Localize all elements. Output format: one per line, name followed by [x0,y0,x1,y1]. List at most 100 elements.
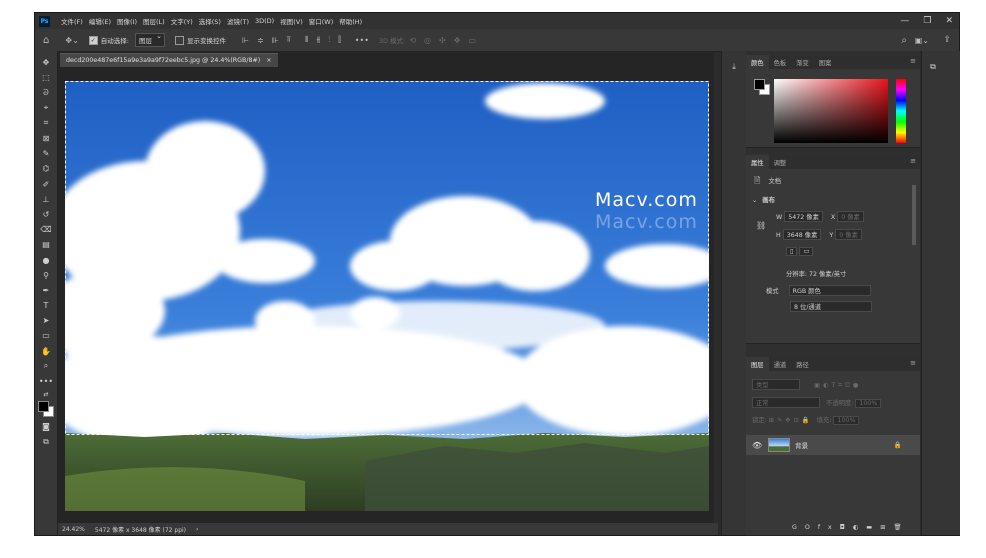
foreground-swatch[interactable] [754,79,765,90]
layer-filter-dropdown[interactable]: 类型 [752,379,800,390]
history-panel-icon[interactable]: ⤓ [722,59,746,74]
panel-menu-icon[interactable]: ≡ [910,157,916,165]
align-right-icon[interactable]: ⊪ [272,36,279,45]
blur-tool-icon[interactable]: ● [35,252,57,267]
3d-roll-icon[interactable]: ◎ [424,36,431,45]
tab-channels[interactable]: 通道 [769,357,792,371]
distribute-left-icon[interactable]: ⫴ [305,35,308,45]
gradient-tool-icon[interactable]: ▤ [35,237,57,252]
x-field[interactable]: 0 像素 [837,211,864,222]
delete-layer-icon[interactable]: 🗑 [894,524,910,531]
3d-slide-icon[interactable]: ✥ [454,36,461,45]
tab-swatches[interactable]: 色板 [769,55,792,69]
new-layer-icon[interactable]: ⊞ [880,524,893,531]
eraser-tool-icon[interactable]: ⌫ [35,222,57,237]
eyedropper-tool-icon[interactable]: ✎ [35,146,57,161]
rectangle-tool-icon[interactable]: ▭ [35,328,57,343]
home-icon[interactable]: ⌂ [43,35,49,46]
height-field[interactable]: 3648 像素 [782,229,822,240]
dodge-tool-icon[interactable]: ⚲ [35,268,57,283]
restore-button[interactable]: ❐ [923,16,931,26]
landscape-orientation-icon[interactable]: ▭ [799,247,814,256]
tab-color[interactable]: 颜色 [746,55,769,69]
menu-help[interactable]: 帮助(H) [336,16,365,26]
distribute-center-icon[interactable]: ⫵ [317,35,321,45]
color-swatches[interactable] [35,399,57,419]
lock-icons[interactable]: ⊞✎✥⊡🔒 [769,417,813,424]
mode-dropdown[interactable]: RGB 颜色 [788,285,871,296]
zoom-level[interactable]: 24.42% [62,526,85,533]
align-top-icon[interactable]: ⫪ [287,35,292,45]
minimize-button[interactable]: — [900,16,909,26]
frame-tool-icon[interactable]: ⊠ [35,131,57,146]
auto-select-dropdown[interactable]: 图层 [134,32,165,47]
menu-image[interactable]: 图像(I) [114,16,140,26]
tab-adjustments[interactable]: 调整 [769,155,792,169]
foreground-color-swatch[interactable] [38,401,49,413]
bit-depth-dropdown[interactable]: 8 位/通道 [790,301,872,312]
auto-select-checkbox[interactable]: ✓ [88,35,98,45]
image-canvas[interactable]: Macv.com Macv.com [65,81,709,511]
history-brush-tool-icon[interactable]: ↺ [35,207,57,222]
menu-window[interactable]: 窗口(W) [306,16,337,26]
type-tool-icon[interactable]: T [35,298,57,313]
menu-type[interactable]: 文字(Y) [168,16,196,26]
path-select-tool-icon[interactable]: ➤ [35,313,57,328]
menu-file[interactable]: 文件(F) [58,16,86,26]
3d-rotate-icon[interactable]: ⟲ [409,36,416,45]
3d-pan-icon[interactable]: ✣ [439,36,446,45]
blend-mode-dropdown[interactable]: 正常 [752,397,820,408]
section-collapse-icon[interactable]: ⌄ [752,197,757,204]
status-arrow-icon[interactable]: › [196,526,198,533]
lasso-tool-icon[interactable]: ᘐ [35,85,57,100]
tab-gradients[interactable]: 渐变 [791,55,814,69]
hue-slider[interactable] [896,79,906,143]
adjustment-layer-icon[interactable]: ◐ [853,524,867,531]
layer-row-background[interactable]: 👁 背景 🔒 [746,435,920,455]
properties-scrollbar[interactable] [912,185,916,245]
menu-3d[interactable]: 3D(D) [252,17,277,25]
show-transform-checkbox[interactable] [174,35,184,45]
search-icon[interactable]: ⌕ [901,35,907,46]
marquee-tool-icon[interactable]: ⬚ [35,70,57,85]
zoom-tool-icon[interactable]: ⌕ [35,359,57,374]
move-tool-icon[interactable]: ✥⌄ [65,36,78,45]
menu-view[interactable]: 视图(V) [277,16,306,26]
distribute-spacing-icon[interactable]: ⫿ [338,35,341,45]
align-left-icon[interactable]: ⊩ [242,36,249,45]
y-field[interactable]: 0 像素 [835,229,862,240]
tab-layers[interactable]: 图层 [746,357,769,371]
learn-panel-icon[interactable]: ⧉ [922,59,944,74]
close-tab-icon[interactable]: × [266,57,271,64]
show-transform-option[interactable]: 显示变换控件 [174,35,226,45]
panel-menu-icon[interactable]: ≡ [910,57,916,65]
fill-field[interactable]: 100% [833,416,860,425]
menu-edit[interactable]: 编辑(E) [86,16,114,26]
add-mask-icon[interactable]: ◘ [840,524,853,531]
workspace-icon[interactable]: ▣⌄ [915,36,929,45]
opacity-field[interactable]: 100% [855,399,882,408]
3d-scale-icon[interactable]: ▭ [468,36,476,45]
brush-tool-icon[interactable]: ✐ [35,177,57,192]
distribute-right-icon[interactable]: ⫶ [328,35,330,45]
pen-tool-icon[interactable]: ✒ [35,283,57,298]
layer-lock-icon[interactable]: 🔒 [894,441,902,449]
panel-menu-icon[interactable]: ≡ [910,359,916,367]
visibility-eye-icon[interactable]: 👁 [752,441,762,450]
move-tool-icon[interactable]: ✥ [35,55,57,70]
edit-toolbar-icon[interactable]: ••• [35,374,57,389]
hand-tool-icon[interactable]: ✋ [35,344,57,359]
fx-icon[interactable]: fx [818,524,840,531]
fg-bg-swatch[interactable] [754,79,770,95]
document-tab[interactable]: decd200e487e6f15a9e3a9a9f72eebc5.jpg @ 2… [60,53,278,67]
menu-filter[interactable]: 滤镜(T) [224,16,252,26]
layer-name[interactable]: 背景 [795,440,808,450]
quick-select-tool-icon[interactable]: ⌖ [35,101,57,116]
quick-mask-icon[interactable]: ◙ [35,419,57,434]
screen-mode-icon[interactable]: ⧉ [35,434,57,449]
menu-select[interactable]: 选择(S) [196,16,224,26]
filter-icons[interactable]: ▣◐T⌗⎚● [814,382,861,389]
healing-brush-tool-icon[interactable]: ⌬ [35,161,57,176]
tab-properties[interactable]: 属性 [746,155,769,169]
crop-tool-icon[interactable]: ⌗ [35,116,57,131]
